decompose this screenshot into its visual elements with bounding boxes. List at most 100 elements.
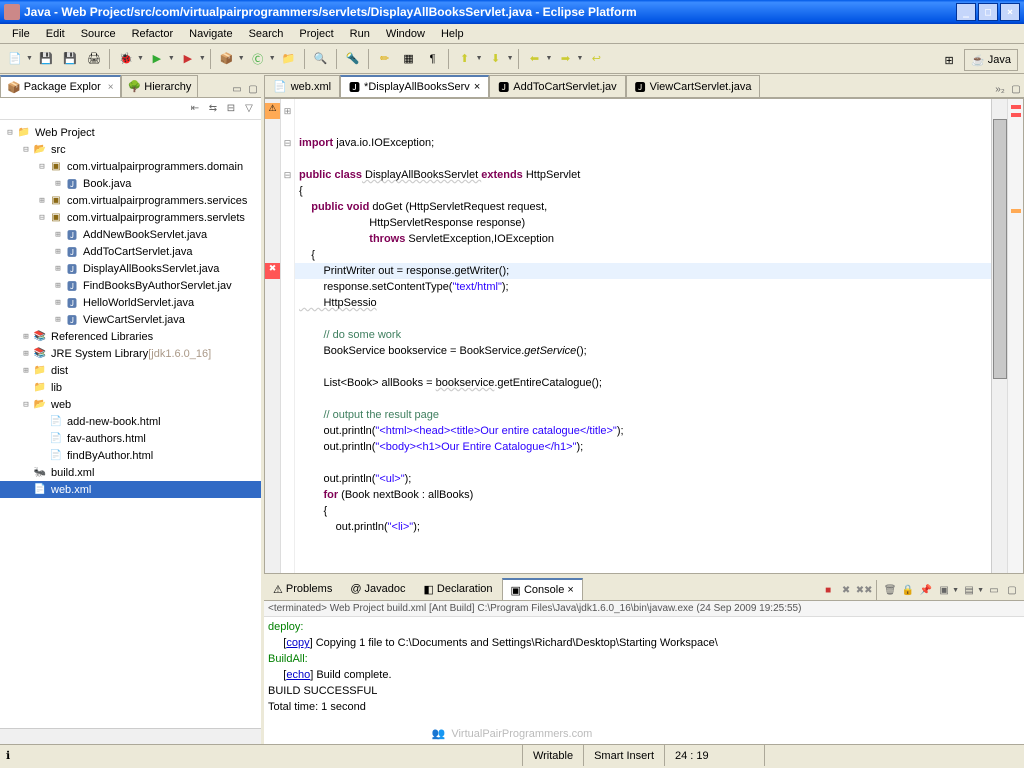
- xml-file-node[interactable]: 🐜build.xml: [0, 464, 261, 481]
- editor-tab-addtocart[interactable]: 🅹AddToCartServlet.jav: [489, 75, 625, 97]
- show-whitespace-button[interactable]: ¶: [422, 48, 444, 70]
- print-button[interactable]: 🖨: [83, 48, 105, 70]
- toggle-mark-button[interactable]: ✏: [374, 48, 396, 70]
- menu-help[interactable]: Help: [433, 26, 472, 42]
- package-node[interactable]: ⊞▣com.virtualpairprogrammers.services: [0, 192, 261, 209]
- open-perspective-button[interactable]: ⊞: [938, 49, 960, 71]
- menu-run[interactable]: Run: [342, 26, 378, 42]
- filter-button[interactable]: ⊟: [223, 101, 239, 117]
- toggle-block-button[interactable]: ▦: [398, 48, 420, 70]
- minimize-button[interactable]: _: [956, 3, 976, 21]
- display-console-button[interactable]: ▣: [936, 582, 952, 598]
- error-overview-mark[interactable]: [1011, 105, 1021, 109]
- package-node[interactable]: ⊟▣com.virtualpairprogrammers.domain: [0, 158, 261, 175]
- java-file-node[interactable]: ⊞🅹Book.java: [0, 175, 261, 192]
- menu-source[interactable]: Source: [73, 26, 124, 42]
- new-button[interactable]: 📄: [4, 48, 26, 70]
- status-insert-mode: Smart Insert: [583, 745, 664, 766]
- pin-console-button[interactable]: 📌: [918, 582, 934, 598]
- console-tab[interactable]: ▣Console×: [502, 578, 583, 600]
- overview-ruler[interactable]: [1007, 99, 1023, 573]
- fold-gutter[interactable]: ⊞ ⊟ ⊟: [281, 99, 295, 573]
- remove-launch-button[interactable]: ✖: [838, 582, 854, 598]
- open-console-button[interactable]: ▤: [961, 582, 977, 598]
- remove-all-button[interactable]: ✖✖: [856, 582, 872, 598]
- ref-libs-node[interactable]: ⊞📚Referenced Libraries: [0, 328, 261, 345]
- project-node[interactable]: ⊟📁Web Project: [0, 124, 261, 141]
- link-editor-button[interactable]: ⇆: [205, 101, 221, 117]
- maximize-editor-button[interactable]: ▢: [1008, 81, 1024, 97]
- open-type-button[interactable]: 🔍: [310, 48, 332, 70]
- close-icon[interactable]: ×: [108, 82, 114, 93]
- menu-window[interactable]: Window: [378, 26, 433, 42]
- folder-node[interactable]: ⊟📂web: [0, 396, 261, 413]
- maximize-view-button[interactable]: ▢: [245, 81, 261, 97]
- run-button[interactable]: ▶: [146, 48, 168, 70]
- new-package-button[interactable]: 📦: [216, 48, 238, 70]
- package-explorer-tab[interactable]: 📦 Package Explor ×: [0, 75, 121, 97]
- collapse-all-button[interactable]: ⇤: [187, 101, 203, 117]
- menu-file[interactable]: File: [4, 26, 38, 42]
- minimize-view-button[interactable]: ▭: [986, 582, 1002, 598]
- menu-refactor[interactable]: Refactor: [124, 26, 182, 42]
- java-file-node[interactable]: ⊞🅹ViewCartServlet.java: [0, 311, 261, 328]
- java-file-node[interactable]: ⊞🅹AddNewBookServlet.java: [0, 226, 261, 243]
- clear-console-button[interactable]: 🗑: [882, 582, 898, 598]
- console-output[interactable]: deploy: [copy] Copying 1 file to C:\Docu…: [264, 617, 1024, 744]
- src-folder-node[interactable]: ⊟📂src: [0, 141, 261, 158]
- java-file-node[interactable]: ⊞🅹HelloWorldServlet.java: [0, 294, 261, 311]
- menu-edit[interactable]: Edit: [38, 26, 73, 42]
- package-explorer-tree[interactable]: ⊟📁Web Project ⊟📂src ⊟▣com.virtualpairpro…: [0, 120, 261, 728]
- menu-navigate[interactable]: Navigate: [181, 26, 240, 42]
- close-icon[interactable]: ×: [567, 584, 573, 596]
- javadoc-tab[interactable]: @Javadoc: [341, 578, 414, 600]
- folder-node[interactable]: 📁lib: [0, 379, 261, 396]
- new-folder-button[interactable]: 📁: [278, 48, 300, 70]
- save-all-button[interactable]: 💾: [59, 48, 81, 70]
- menu-project[interactable]: Project: [291, 26, 341, 42]
- error-overview-mark[interactable]: [1011, 113, 1021, 117]
- folder-node[interactable]: ⊞📁dist: [0, 362, 261, 379]
- problems-tab[interactable]: ⚠Problems: [264, 578, 341, 600]
- html-file-node[interactable]: 📄add-new-book.html: [0, 413, 261, 430]
- new-class-button[interactable]: Ⓒ: [247, 48, 269, 70]
- package-node[interactable]: ⊟▣com.virtualpairprogrammers.servlets: [0, 209, 261, 226]
- close-icon[interactable]: ×: [474, 81, 480, 93]
- maximize-button[interactable]: □: [978, 3, 998, 21]
- annotation-prev-button[interactable]: ⬆: [454, 48, 476, 70]
- nav-forward-button[interactable]: ➡: [554, 48, 576, 70]
- java-file-node[interactable]: ⊞🅹AddToCartServlet.java: [0, 243, 261, 260]
- html-file-node[interactable]: 📄findByAuthor.html: [0, 447, 261, 464]
- vertical-scrollbar[interactable]: [991, 99, 1007, 573]
- code-editor[interactable]: ⚠ ✖ ⊞ ⊟ ⊟ import java.io.IOException; pu…: [264, 98, 1024, 574]
- nav-back-button[interactable]: ⬅: [524, 48, 546, 70]
- save-button[interactable]: 💾: [35, 48, 57, 70]
- minimize-view-button[interactable]: ▭: [229, 81, 245, 97]
- terminate-button[interactable]: ■: [820, 582, 836, 598]
- declaration-tab[interactable]: ◧Declaration: [415, 578, 502, 600]
- java-file-node[interactable]: ⊞🅹DisplayAllBooksServlet.java: [0, 260, 261, 277]
- html-file-node[interactable]: 📄fav-authors.html: [0, 430, 261, 447]
- editor-tab-displayallbooks[interactable]: 🅹*DisplayAllBooksServ×: [340, 75, 489, 97]
- menu-search[interactable]: Search: [241, 26, 292, 42]
- hierarchy-tab[interactable]: 🌳 Hierarchy: [121, 75, 199, 97]
- search-button[interactable]: 🔦: [342, 48, 364, 70]
- warning-overview-mark[interactable]: [1011, 209, 1021, 213]
- view-menu-button[interactable]: ▽: [241, 101, 257, 117]
- show-list-button[interactable]: »₂: [992, 81, 1008, 97]
- annotation-next-button[interactable]: ⬇: [485, 48, 507, 70]
- java-file-node[interactable]: ⊞🅹FindBooksByAuthorServlet.jav: [0, 277, 261, 294]
- jre-node[interactable]: ⊞📚JRE System Library [jdk1.6.0_16]: [0, 345, 261, 362]
- editor-tab-viewcart[interactable]: 🅹ViewCartServlet.java: [626, 75, 761, 97]
- folder-icon: 📁: [32, 381, 48, 395]
- debug-button[interactable]: 🐞: [115, 48, 137, 70]
- scroll-lock-button[interactable]: 🔒: [900, 582, 916, 598]
- horizontal-scrollbar[interactable]: [0, 728, 261, 744]
- editor-tab-webxml[interactable]: 📄web.xml: [264, 75, 340, 97]
- last-edit-button[interactable]: ↩: [585, 48, 607, 70]
- run-ext-button[interactable]: ▶: [177, 48, 199, 70]
- close-button[interactable]: ×: [1000, 3, 1020, 21]
- xml-file-node[interactable]: 📄web.xml: [0, 481, 261, 498]
- java-perspective-button[interactable]: ☕ Java: [964, 49, 1018, 71]
- maximize-view-button[interactable]: ▢: [1004, 582, 1020, 598]
